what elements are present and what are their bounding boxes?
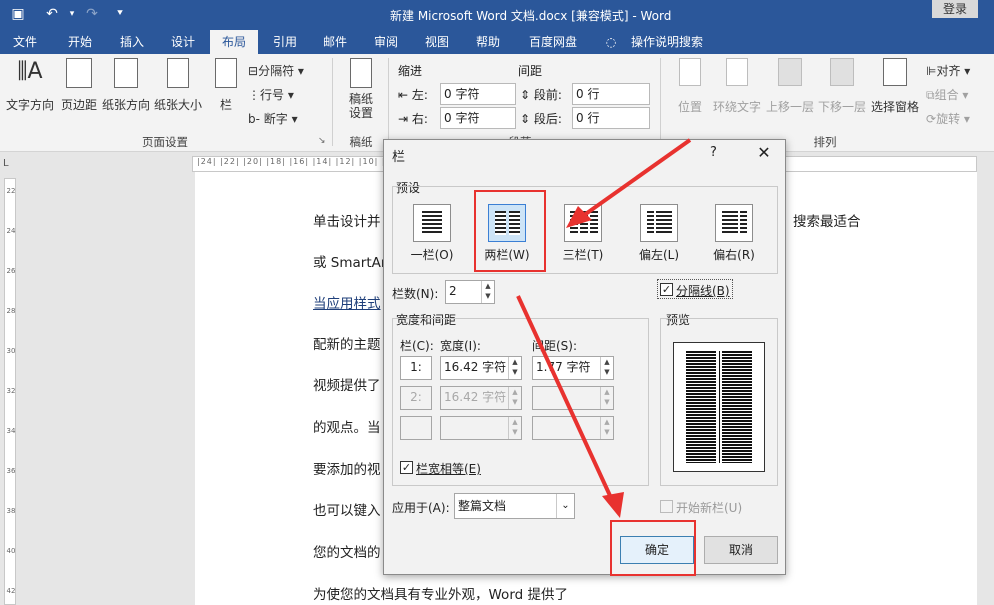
arrowhead-two-columns [566, 206, 592, 228]
arrow-to-two-columns [580, 140, 690, 218]
arrowhead-ok [602, 492, 624, 518]
arrow-to-ok [518, 296, 612, 500]
annotation-arrows [0, 0, 994, 605]
